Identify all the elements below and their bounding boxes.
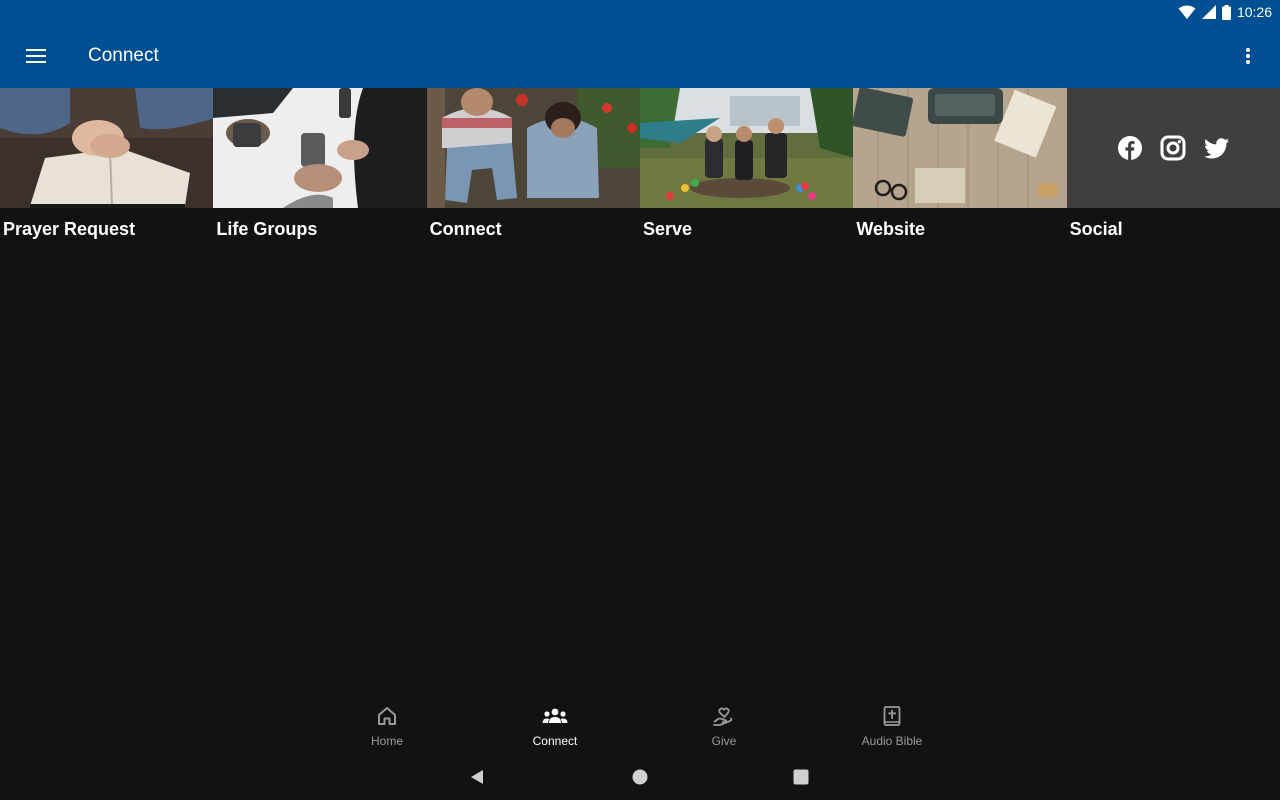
facebook-icon[interactable] bbox=[1117, 136, 1142, 160]
app-bar: Connect bbox=[0, 24, 1280, 88]
cell-signal-icon bbox=[1201, 5, 1216, 19]
page-title: Connect bbox=[88, 45, 159, 66]
nav-give[interactable]: Give bbox=[669, 696, 779, 752]
tile-label: Life Groups bbox=[216, 219, 318, 239]
heart-in-hand-icon bbox=[712, 705, 736, 732]
tile-prayer-request[interactable]: Prayer Request bbox=[0, 88, 214, 248]
nav-home[interactable]: Home bbox=[332, 696, 442, 752]
tile-life-groups[interactable]: Life Groups bbox=[213, 88, 427, 248]
wifi-icon bbox=[1178, 5, 1196, 19]
friends-sitting-outdoors-photo bbox=[426, 88, 640, 208]
tile-label: Serve bbox=[642, 219, 693, 239]
tile-serve[interactable]: Serve bbox=[639, 88, 854, 248]
bottom-navigation: Home Connect Give Audio Bible bbox=[0, 696, 1280, 752]
bible-cross-icon bbox=[881, 705, 903, 732]
nav-connect[interactable]: Connect bbox=[500, 696, 610, 752]
nav-audio-bible[interactable]: Audio Bible bbox=[837, 696, 947, 752]
tile-label: Social bbox=[1069, 219, 1123, 239]
nav-label: Home bbox=[370, 734, 403, 748]
nav-label: Connect bbox=[532, 734, 578, 748]
status-time: 10:26 bbox=[1236, 4, 1272, 20]
hands-folded-on-open-bible-photo bbox=[0, 88, 214, 208]
tile-label: Prayer Request bbox=[3, 219, 136, 239]
tile-connect[interactable]: Connect bbox=[426, 88, 640, 248]
typewriter-on-wooden-desk-photo bbox=[853, 88, 1067, 208]
system-navigation-bar bbox=[0, 752, 1280, 800]
instagram-icon[interactable] bbox=[1160, 135, 1186, 161]
back-icon[interactable] bbox=[466, 766, 488, 788]
social-icons-box bbox=[1066, 88, 1280, 208]
tile-label: Website bbox=[856, 219, 925, 239]
twitter-icon[interactable] bbox=[1203, 137, 1229, 159]
group-sitting-on-grass-photo bbox=[639, 88, 854, 208]
people-with-coffee-mugs-photo bbox=[213, 88, 427, 208]
more-vert-icon[interactable] bbox=[1234, 40, 1262, 72]
people-group-icon bbox=[542, 705, 568, 732]
tile-label: Connect bbox=[429, 219, 502, 239]
home-circle-icon[interactable] bbox=[629, 766, 651, 788]
recents-square-icon[interactable] bbox=[790, 766, 812, 788]
connect-tiles: Prayer Request Life Groups Connect Serve… bbox=[0, 88, 1280, 248]
nav-label: Audio Bible bbox=[861, 734, 923, 748]
hamburger-menu-icon[interactable] bbox=[20, 40, 52, 72]
status-icons: 10:26 bbox=[1178, 3, 1272, 21]
tile-social[interactable]: Social bbox=[1066, 88, 1280, 248]
tile-website[interactable]: Website bbox=[853, 88, 1067, 248]
status-bar: 10:26 bbox=[0, 0, 1280, 24]
nav-label: Give bbox=[711, 734, 737, 748]
battery-icon bbox=[1221, 4, 1231, 20]
home-icon bbox=[376, 705, 398, 732]
